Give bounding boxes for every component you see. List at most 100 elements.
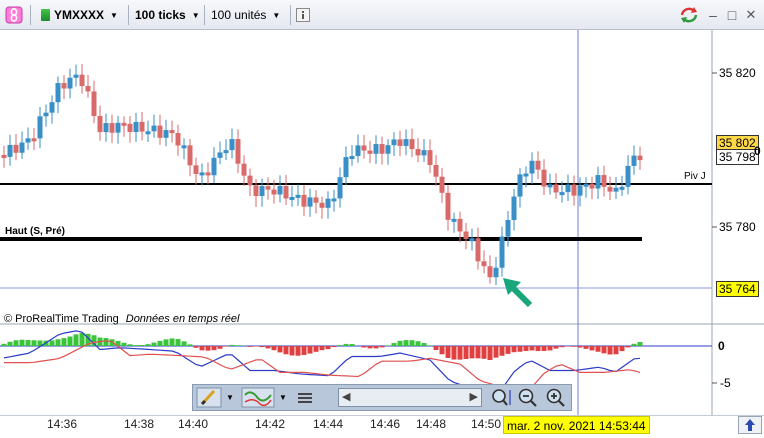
candle-body <box>272 190 277 195</box>
indicator-minus5-label: -5 <box>720 376 731 390</box>
histogram-bar <box>80 333 85 346</box>
last-price-badge: 35 798 <box>716 149 759 165</box>
histogram-bar <box>494 346 499 358</box>
candle-body <box>104 123 109 132</box>
zoom-in-button[interactable] <box>545 387 567 408</box>
candle-body <box>182 145 187 148</box>
candle-body <box>68 78 73 89</box>
indicators-button[interactable] <box>241 387 275 408</box>
candle-body <box>230 139 235 150</box>
x-axis-label: 14:42 <box>255 417 285 431</box>
candle-body <box>446 193 451 220</box>
arrow-up-icon <box>739 417 761 433</box>
histogram-bar <box>104 338 109 346</box>
candle-body <box>26 138 31 142</box>
period-selector[interactable]: 100 ticks ▼ <box>132 4 202 26</box>
histogram-bar <box>254 346 259 347</box>
candle-body <box>74 75 79 78</box>
histogram-bar <box>506 346 511 354</box>
histogram-bar <box>32 340 37 346</box>
histogram-bar <box>548 346 553 350</box>
auto-zoom-button[interactable] <box>489 387 513 408</box>
candle-body <box>626 166 631 187</box>
candle-body <box>584 184 589 187</box>
candle-body <box>428 150 433 165</box>
cursor-datetime-badge: mar. 2 nov. 2021 14:53:44 <box>503 416 650 434</box>
candle-body <box>452 219 457 222</box>
candle-body <box>140 122 145 132</box>
histogram-bar <box>8 342 13 346</box>
minimize-button[interactable]: – <box>704 4 722 26</box>
candle-body <box>536 161 541 170</box>
candle-body <box>416 149 421 155</box>
symbol-icon <box>41 9 50 21</box>
histogram-bar <box>524 346 529 351</box>
histogram-bar <box>224 346 229 347</box>
candle-body <box>392 139 397 145</box>
histogram-bar <box>368 346 373 348</box>
chevron-down-icon: ▼ <box>110 11 118 20</box>
candle-body <box>386 145 391 154</box>
chevron-down-icon[interactable]: ▼ <box>226 387 236 408</box>
scroll-to-latest-button[interactable] <box>738 416 762 434</box>
close-button[interactable]: ✕ <box>742 4 760 26</box>
candle-body <box>20 143 25 153</box>
pencil-icon <box>196 387 222 408</box>
histogram-bar <box>638 342 643 346</box>
candle-body <box>116 123 121 133</box>
candle-body <box>188 145 193 165</box>
candle-body <box>620 187 625 190</box>
scroll-left-icon[interactable]: ◀ <box>342 390 350 403</box>
candle-body <box>632 156 637 166</box>
candle-body <box>578 185 583 195</box>
candle-body <box>398 139 403 146</box>
histogram-bar <box>596 346 601 352</box>
zoom-out-button[interactable] <box>517 387 539 408</box>
price-chart[interactable] <box>0 30 764 415</box>
histogram-bar <box>374 346 379 348</box>
scroll-right-icon[interactable]: ▶ <box>470 390 478 403</box>
link-button[interactable] <box>4 4 24 26</box>
menu-button[interactable] <box>297 387 313 408</box>
histogram-bar <box>560 346 565 347</box>
units-selector[interactable]: 100 unités ▼ <box>208 4 288 26</box>
chain-link-icon <box>5 6 23 24</box>
candle-body <box>266 186 271 189</box>
y-axis-label: 35 780 <box>719 220 756 234</box>
chevron-down-icon[interactable]: ▼ <box>279 387 289 408</box>
histogram-bar <box>2 344 7 346</box>
info-button[interactable] <box>294 4 312 26</box>
histogram-bar <box>602 346 607 353</box>
scroll-track[interactable]: ◀ ▶ <box>338 388 482 407</box>
candle-body <box>554 184 559 192</box>
maximize-button[interactable]: □ <box>723 4 741 26</box>
candle-body <box>2 155 7 158</box>
symbol-selector[interactable]: YMXXXX ▼ <box>36 4 126 26</box>
histogram-bar <box>620 346 625 351</box>
histogram-bar <box>200 346 205 350</box>
candle-body <box>476 238 481 261</box>
candle-body <box>128 124 133 132</box>
x-axis-label: 14:44 <box>313 417 343 431</box>
histogram-bar <box>554 346 559 349</box>
candle-body <box>50 102 55 112</box>
candle-body <box>332 198 337 201</box>
histogram-bar <box>152 343 157 346</box>
histogram-bar <box>326 346 331 349</box>
x-axis-label: 14:48 <box>416 417 446 431</box>
candle-body <box>566 185 571 193</box>
histogram-bar <box>236 345 241 346</box>
candle-body <box>374 144 379 154</box>
toolbar-separator <box>128 5 129 25</box>
histogram-bar <box>68 337 73 346</box>
histogram-bar <box>194 346 199 348</box>
histogram-bar <box>632 344 637 346</box>
candle-body <box>350 156 355 159</box>
histogram-bar <box>170 338 175 346</box>
cursor-price-badge: 35 764 <box>716 281 759 297</box>
symbol-label: YMXXXX <box>54 8 104 22</box>
refresh-button[interactable] <box>678 4 700 26</box>
indicator-zero-label: 0 <box>718 339 725 353</box>
histogram-bar <box>428 345 433 346</box>
drawing-tools-button[interactable] <box>196 387 222 408</box>
